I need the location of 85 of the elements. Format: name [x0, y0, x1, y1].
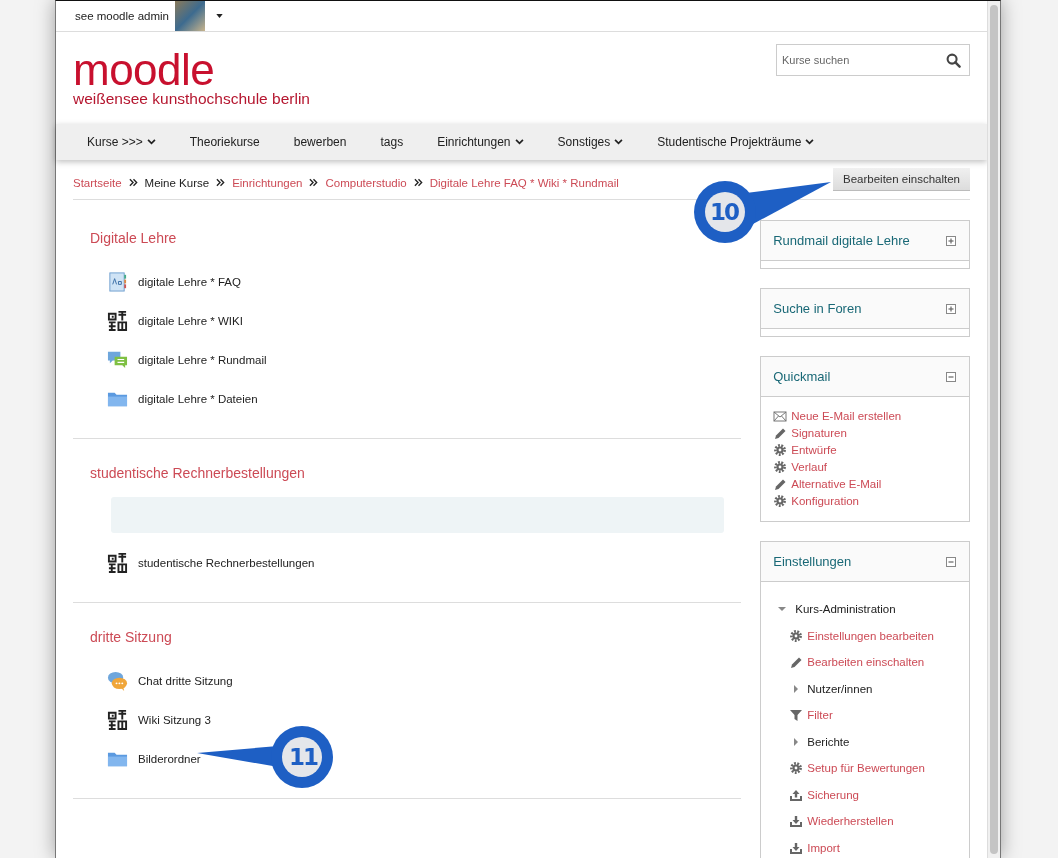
collapsed-triangle-icon[interactable] — [792, 737, 801, 746]
block-link[interactable]: Entwürfe — [791, 443, 837, 456]
chat-bubbles-icon — [107, 670, 128, 691]
activity-link[interactable]: Bilderordner — [138, 752, 201, 765]
double-chevron-icon — [309, 178, 319, 187]
logo-subtitle: weißensee kunsthochschule berlin — [73, 90, 310, 108]
breadcrumb-link[interactable]: Computerstudio — [325, 176, 407, 189]
speech-bubbles-icon — [107, 349, 128, 370]
tree-node[interactable]: Kurs-Administration — [795, 603, 896, 616]
breadcrumb-link[interactable]: Einrichtungen — [232, 176, 303, 189]
block-link[interactable]: Konfiguration — [791, 494, 859, 507]
breadcrumb-link[interactable]: Startseite — [73, 176, 122, 189]
search-field[interactable]: Kurse suchen — [776, 44, 970, 76]
gear-icon — [773, 459, 788, 474]
double-chevron-icon — [413, 178, 423, 187]
nav-menu-item[interactable]: Studentische Projekträume — [657, 135, 815, 149]
nav-menu-item[interactable]: bewerben — [293, 135, 347, 149]
collapse-icon[interactable] — [946, 556, 956, 567]
double-chevron-icon — [216, 178, 226, 187]
tree-link[interactable]: Sicherung — [807, 788, 860, 801]
avatar-photo-placeholder[interactable] — [175, 1, 205, 31]
nav-menu-item[interactable]: Sonstiges — [557, 135, 624, 149]
block-link[interactable]: Alternative E-Mail — [791, 477, 882, 490]
user-name[interactable]: see moodle admin — [75, 10, 169, 22]
block-title: Suche in Foren — [773, 301, 862, 316]
caret-icon[interactable] — [216, 14, 223, 18]
block-link[interactable]: Verlauf — [791, 460, 828, 473]
gear-icon — [773, 493, 788, 508]
tree-link[interactable]: Filter — [807, 709, 833, 722]
block-link[interactable]: Signaturen — [791, 426, 847, 439]
gear-icon — [789, 628, 804, 643]
activity-link[interactable]: digitale Lehre * Dateien — [138, 392, 258, 405]
wiki-icon — [107, 310, 128, 331]
double-chevron-icon — [128, 178, 138, 187]
tree-link[interactable]: Einstellungen bearbeiten — [807, 629, 934, 642]
chevron-down-icon[interactable] — [514, 139, 524, 145]
pencil-icon — [789, 655, 804, 670]
collapsed-triangle-icon[interactable] — [792, 684, 801, 693]
section-title[interactable]: studentische Rechnerbestellungen — [73, 455, 305, 491]
download-icon — [789, 814, 804, 829]
nav-menu-item[interactable]: Theoriekurse — [189, 135, 260, 149]
nav-menu-item[interactable]: Einrichtungen — [437, 135, 524, 149]
callout-number: 10 — [710, 198, 738, 227]
expand-icon[interactable] — [946, 235, 956, 246]
envelope-icon — [773, 408, 788, 423]
activity-link[interactable]: Wiki Sitzung 3 — [138, 713, 211, 726]
block-title: Quickmail — [773, 369, 831, 384]
section-title[interactable]: dritte Sitzung — [73, 619, 172, 655]
gear-icon — [789, 761, 804, 776]
search-icon[interactable] — [946, 53, 961, 68]
filter-icon — [789, 708, 804, 723]
wiki-icon — [107, 552, 128, 573]
expanded-triangle-icon[interactable] — [778, 605, 787, 614]
block-title: Einstellungen — [773, 554, 852, 569]
nav-menu-item[interactable]: tags — [380, 135, 404, 149]
chevron-down-icon[interactable] — [146, 139, 156, 145]
tree-node[interactable]: Nutzer/innen — [807, 682, 873, 695]
collapse-icon[interactable] — [946, 371, 956, 382]
block-link[interactable]: Neue E-Mail erstellen — [791, 409, 902, 422]
download-icon — [789, 840, 804, 855]
edit-mode-button[interactable]: Bearbeiten einschalten — [833, 168, 970, 191]
gear-icon — [773, 442, 788, 457]
logo-title[interactable]: moodle — [73, 52, 310, 88]
nav-menu-item[interactable]: Kurse >>> — [87, 135, 156, 149]
tree-link[interactable]: Wiederherstellen — [807, 815, 894, 828]
activity-link[interactable]: digitale Lehre * FAQ — [138, 275, 241, 288]
section-title[interactable]: Digitale Lehre — [73, 220, 177, 256]
activity-link[interactable]: digitale Lehre * Rundmail — [138, 353, 267, 366]
scrollbar-thumb[interactable] — [990, 5, 998, 854]
book-icon — [107, 271, 128, 292]
activity-link[interactable]: studentische Rechnerbestellungen — [138, 556, 315, 569]
breadcrumb-link[interactable]: Digitale Lehre FAQ * Wiki * Rundmail — [429, 176, 619, 189]
block-title: Rundmail digitale Lehre — [773, 233, 910, 248]
activity-link[interactable]: digitale Lehre * WIKI — [138, 314, 243, 327]
breadcrumb-item: Meine Kurse — [144, 176, 210, 189]
tree-link[interactable]: Import — [807, 841, 840, 854]
wiki-icon — [107, 709, 128, 730]
tree-link[interactable]: Bearbeiten einschalten — [807, 656, 925, 669]
chevron-down-icon[interactable] — [805, 139, 815, 145]
activity-link[interactable]: Chat dritte Sitzung — [138, 674, 233, 687]
tree-node[interactable]: Berichte — [807, 735, 850, 748]
expand-icon[interactable] — [946, 303, 956, 314]
chevron-down-icon[interactable] — [614, 139, 624, 145]
callout-number: 11 — [289, 743, 317, 772]
tree-link[interactable]: Setup für Bewertungen — [807, 762, 925, 775]
